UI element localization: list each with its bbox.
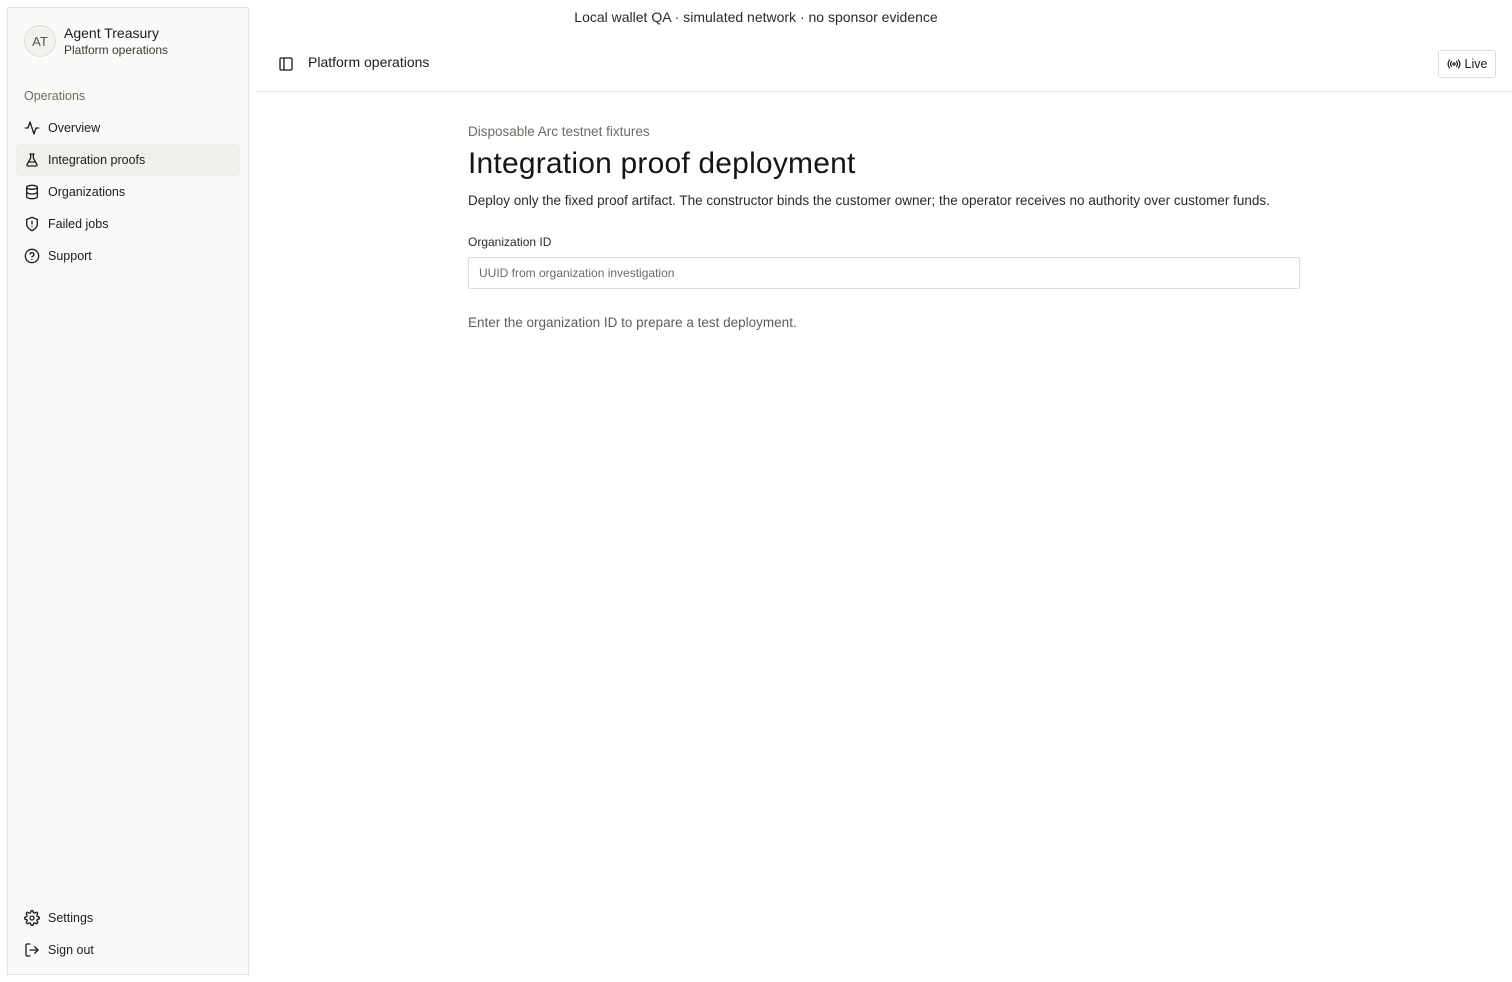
organization-id-input[interactable] xyxy=(468,257,1300,289)
sidebar-toggle-icon[interactable] xyxy=(278,56,294,72)
sidebar-footer-nav: Settings Sign out xyxy=(16,902,240,966)
sidebar-nav: Overview Integration proofs Organization… xyxy=(16,112,240,272)
live-button[interactable]: Live xyxy=(1438,50,1496,78)
page-eyebrow: Disposable Arc testnet fixtures xyxy=(468,124,650,139)
sidebar-item-overview[interactable]: Overview xyxy=(16,112,240,144)
sidebar-item-settings[interactable]: Settings xyxy=(16,902,240,934)
organization-id-label: Organization ID xyxy=(468,235,552,249)
sidebar-item-sign-out[interactable]: Sign out xyxy=(16,934,240,966)
main-content: Disposable Arc testnet fixtures Integrat… xyxy=(468,124,1300,330)
gear-icon xyxy=(24,910,40,926)
sidebar-item-label: Settings xyxy=(48,911,94,925)
database-icon xyxy=(26,184,38,200)
help-circle-icon xyxy=(24,248,40,264)
sign-out-icon xyxy=(25,943,39,957)
sidebar-item-label: Overview xyxy=(48,121,101,135)
brand-name: Agent Treasury xyxy=(64,25,159,41)
sidebar-item-failed-jobs[interactable]: Failed jobs xyxy=(16,208,240,240)
sidebar-item-label: Organizations xyxy=(48,185,126,199)
sidebar-item-support[interactable]: Support xyxy=(16,240,240,272)
broadcast-icon xyxy=(1447,59,1460,69)
avatar: AT xyxy=(24,25,56,57)
live-label: Live xyxy=(1464,57,1488,71)
page-description: Deploy only the fixed proof artifact. Th… xyxy=(468,193,1270,208)
sidebar-item-label: Support xyxy=(48,249,92,263)
page-header-title: Platform operations xyxy=(308,54,430,70)
activity-icon xyxy=(24,121,40,135)
page-title: Integration proof deployment xyxy=(468,147,856,180)
deployment-hint: Enter the organization ID to prepare a t… xyxy=(468,315,797,330)
sidebar-item-label: Sign out xyxy=(48,943,94,957)
brand-subtitle: Platform operations xyxy=(64,43,169,57)
sidebar: AT Agent Treasury Platform operations Op… xyxy=(7,7,249,975)
sidebar-item-organizations[interactable]: Organizations xyxy=(16,176,240,208)
sidebar-item-label: Integration proofs xyxy=(48,153,146,167)
flask-icon xyxy=(26,153,38,167)
shield-alert-icon xyxy=(26,216,38,232)
brand[interactable]: AT Agent Treasury Platform operations xyxy=(24,24,168,58)
sidebar-item-integration-proofs[interactable]: Integration proofs xyxy=(16,144,240,176)
sidebar-section-label: Operations xyxy=(24,89,86,103)
top-bar: Platform operations Live xyxy=(256,44,1512,92)
sidebar-item-label: Failed jobs xyxy=(48,217,109,231)
